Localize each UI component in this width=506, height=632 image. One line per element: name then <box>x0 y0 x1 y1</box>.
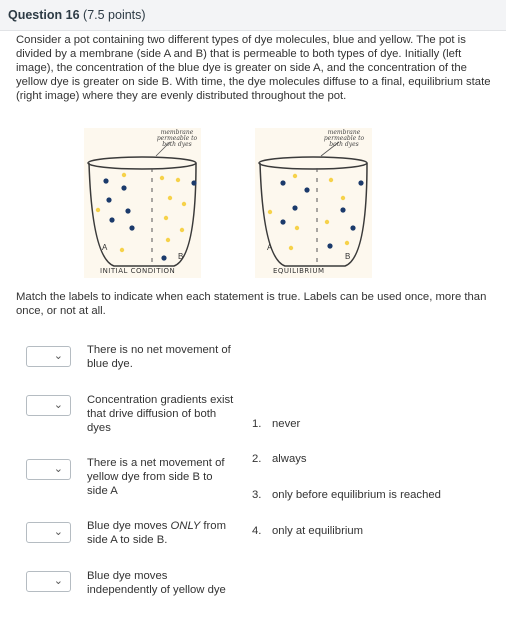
yellow-dye-dot <box>165 237 171 243</box>
blue-dye-dot <box>191 180 197 186</box>
chevron-down-icon: ⌄ <box>53 575 63 587</box>
yellow-dye-dot <box>288 245 294 251</box>
blue-dye-dot <box>125 208 131 214</box>
answer-label: never <box>272 418 301 430</box>
yellow-dye-dot <box>175 177 181 183</box>
initial-condition-figure: membrane permeable to both dyes A B INIT… <box>84 128 201 278</box>
statement-2-select[interactable]: ⌄ <box>26 395 71 416</box>
blue-dye-dot <box>161 255 167 261</box>
equilibrium-figure: membrane permeable to both dyes A B EQUI… <box>255 128 372 278</box>
yellow-dye-dot <box>292 173 298 179</box>
membrane-annotation: membrane permeable to both dyes <box>323 129 365 148</box>
membrane-annotation: membrane permeable to both dyes <box>156 129 198 148</box>
pot-initial-illustration <box>87 141 197 267</box>
answer-label: only at equilibrium <box>272 525 364 537</box>
chevron-down-icon: ⌄ <box>53 463 63 475</box>
question-number: Question 16 <box>8 8 80 22</box>
matching-instructions: Match the labels to indicate when each s… <box>16 291 487 317</box>
answer-number: 1. <box>252 418 262 430</box>
pot-rim <box>258 156 368 170</box>
statement-4-pre: Blue dye moves <box>87 520 171 532</box>
yellow-dye-dot <box>340 195 346 201</box>
yellow-dye-dot <box>324 219 330 225</box>
statement-3: There is a net movement of yellow dye fr… <box>87 457 225 497</box>
question-header: Question 16 (7.5 points) <box>0 0 506 31</box>
blue-dye-dot <box>304 187 310 193</box>
initial-condition-caption: INITIAL CONDITION <box>100 267 176 275</box>
equilibrium-caption: EQUILIBRIUM <box>273 267 325 275</box>
statement-4-emphasis: ONLY <box>170 520 201 532</box>
answer-number: 2. <box>252 453 262 465</box>
answer-number: 3. <box>252 489 262 501</box>
yellow-dye-dot <box>119 247 125 253</box>
statement-5-select[interactable]: ⌄ <box>26 571 71 592</box>
blue-dye-dot <box>350 225 356 231</box>
blue-dye-dot <box>280 219 286 225</box>
blue-dye-dot <box>103 178 109 184</box>
side-b-label: B <box>178 252 184 261</box>
pot-outline <box>259 162 368 267</box>
yellow-dye-dot <box>344 240 350 246</box>
answer-option-1: 1. never <box>252 417 300 431</box>
yellow-dye-dot <box>163 215 169 221</box>
statement-4: Blue dye moves ONLY from side A to side … <box>87 519 235 547</box>
side-a-label: A <box>102 243 108 252</box>
answer-number: 4. <box>252 525 262 537</box>
yellow-dye-dot <box>328 177 334 183</box>
statement-5: Blue dye moves independently of yellow d… <box>87 570 226 596</box>
chevron-down-icon: ⌄ <box>53 350 63 362</box>
yellow-dye-dot <box>181 201 187 207</box>
statement-1-select[interactable]: ⌄ <box>26 346 71 367</box>
pot-rim <box>87 156 197 170</box>
blue-dye-dot <box>121 185 127 191</box>
blue-dye-dot <box>129 225 135 231</box>
statement-3-select[interactable]: ⌄ <box>26 459 71 480</box>
blue-dye-dot <box>358 180 364 186</box>
statement-4-select[interactable]: ⌄ <box>26 522 71 543</box>
blue-dye-dot <box>109 217 115 223</box>
side-b-label: B <box>345 252 351 261</box>
answer-option-3: 3. only before equilibrium is reached <box>252 488 441 502</box>
blue-dye-dot <box>292 205 298 211</box>
side-a-label: A <box>267 243 273 252</box>
statement-2: Concentration gradients exist that drive… <box>87 394 234 434</box>
question-title: Question 16 (7.5 points) <box>8 8 146 22</box>
blue-dye-dot <box>106 197 112 203</box>
blue-dye-dot <box>340 207 346 213</box>
statement-1: There is no net movement of blue dye. <box>87 344 231 370</box>
yellow-dye-dot <box>294 225 300 231</box>
yellow-dye-dot <box>159 175 165 181</box>
yellow-dye-dot <box>121 172 127 178</box>
question-intro: Consider a pot containing two different … <box>16 34 491 102</box>
yellow-dye-dot <box>267 209 273 215</box>
answer-label: always <box>272 453 307 465</box>
answer-label: only before equilibrium is reached <box>272 489 441 501</box>
chevron-down-icon: ⌄ <box>53 526 63 538</box>
yellow-dye-dot <box>179 227 185 233</box>
blue-dye-dot <box>327 243 333 249</box>
yellow-dye-dot <box>167 195 173 201</box>
answer-option-2: 2. always <box>252 452 307 466</box>
yellow-dye-dot <box>95 207 101 213</box>
question-points: (7.5 points) <box>83 8 146 22</box>
pot-equilibrium-illustration <box>258 141 368 267</box>
chevron-down-icon: ⌄ <box>53 399 63 411</box>
blue-dye-dot <box>280 180 286 186</box>
answer-option-4: 4. only at equilibrium <box>252 524 363 538</box>
